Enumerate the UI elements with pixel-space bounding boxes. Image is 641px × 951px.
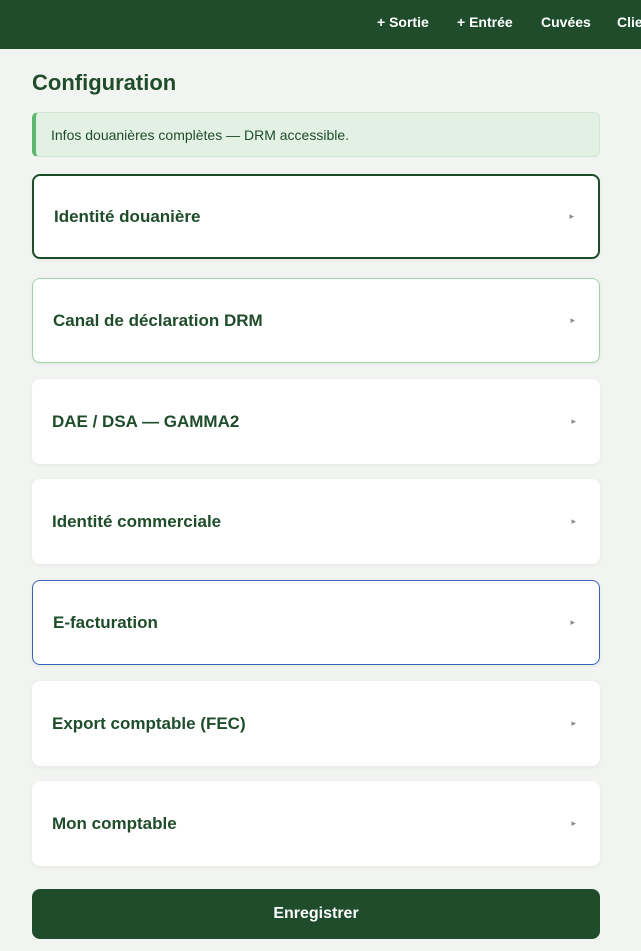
chevron-right-icon: ▸	[570, 617, 575, 627]
top-navigation-bar: + Sortie + Entrée Cuvées Clie	[0, 0, 641, 49]
save-button[interactable]: Enregistrer	[32, 889, 600, 939]
nav-cuvees[interactable]: Cuvées	[541, 14, 591, 30]
section-label: Identité douanière	[54, 206, 201, 226]
section-e-facturation[interactable]: E-facturation ▸	[32, 580, 600, 665]
status-banner: Infos douanières complètes — DRM accessi…	[32, 112, 600, 157]
section-label: Identité commerciale	[52, 511, 222, 531]
chevron-right-icon: ▸	[571, 416, 576, 426]
section-identite-commerciale[interactable]: Identité commerciale ▸	[32, 479, 600, 564]
chevron-right-icon: ▸	[571, 818, 576, 828]
nav-new-exit[interactable]: + Sortie	[377, 14, 429, 30]
section-label: Export comptable (FEC)	[52, 713, 246, 733]
section-label: DAE / DSA — GAMMA2	[52, 411, 240, 431]
section-mon-comptable[interactable]: Mon comptable ▸	[32, 781, 600, 866]
section-dae-dsa[interactable]: DAE / DSA — GAMMA2 ▸	[32, 379, 600, 464]
status-banner-text: Infos douanières complètes — DRM accessi…	[51, 126, 350, 143]
section-identite-douaniere[interactable]: Identité douanière ▸	[32, 174, 600, 259]
section-label: E-facturation	[53, 612, 158, 632]
section-export-fec[interactable]: Export comptable (FEC) ▸	[32, 681, 600, 766]
chevron-right-icon: ▸	[569, 211, 574, 221]
section-label: Mon comptable	[52, 813, 177, 833]
chevron-right-icon: ▸	[571, 516, 576, 526]
chevron-right-icon: ▸	[570, 315, 575, 325]
nav-clients[interactable]: Clie	[617, 14, 641, 30]
chevron-right-icon: ▸	[571, 718, 576, 728]
page-title: Configuration	[32, 70, 177, 95]
section-label: Canal de déclaration DRM	[53, 310, 263, 330]
nav-new-entry[interactable]: + Entrée	[457, 14, 513, 30]
section-canal-drm[interactable]: Canal de déclaration DRM ▸	[32, 278, 600, 363]
